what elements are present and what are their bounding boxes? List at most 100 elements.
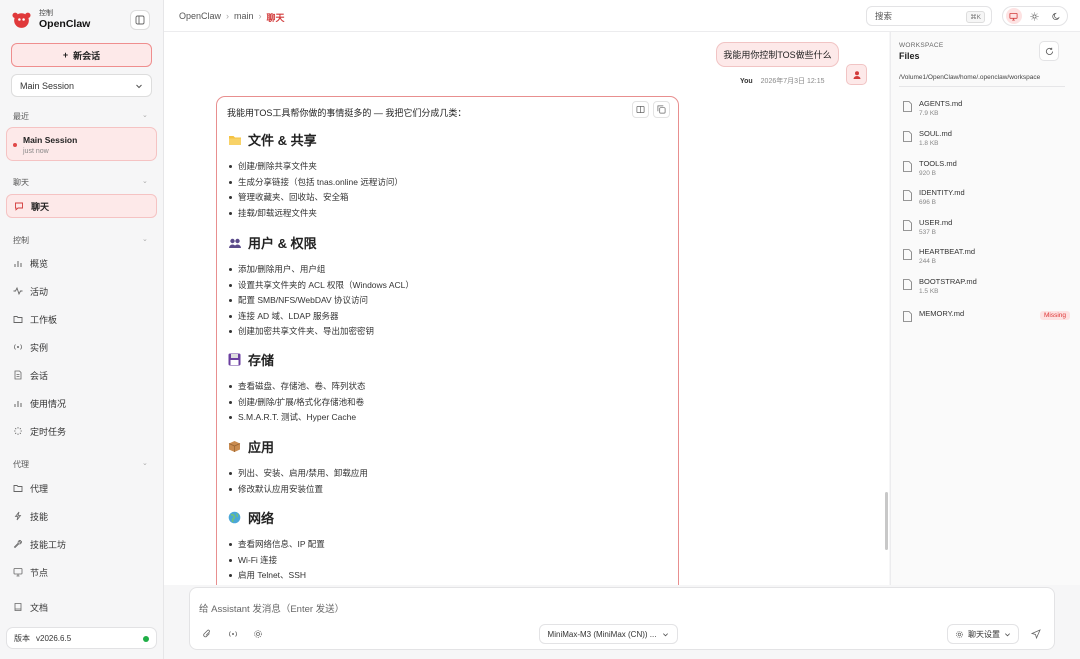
section-heading: 网络	[227, 508, 274, 527]
theme-dark-button[interactable]	[1048, 8, 1064, 24]
file-item[interactable]: MEMORY.md Missing	[901, 308, 1071, 332]
attach-button[interactable]	[201, 628, 213, 640]
chevron-down-icon[interactable]: ⌄	[142, 177, 148, 185]
workspace-label: WORKSPACE	[899, 42, 944, 49]
send-button[interactable]	[1028, 626, 1044, 642]
list-item: 配置 SMB/NFS/WebDAV 协议访问	[229, 294, 368, 306]
sidebar-item-board[interactable]: 工作板	[6, 307, 157, 331]
chat-thread[interactable]: 我能用你控制TOS做些什么 You 2026年7月3日 12:15 我能用TOS…	[164, 32, 889, 585]
sidebar-item-agents[interactable]: 代理	[6, 476, 157, 500]
bar-chart-icon	[14, 261, 22, 267]
sidebar-item-usage[interactable]: 使用情况	[6, 391, 157, 415]
copy-icon	[657, 105, 666, 114]
sidebar-item-label: 聊天	[31, 201, 50, 212]
file-item[interactable]: TOOLS.md 920 B	[901, 158, 1061, 182]
brand-subtitle: 控制	[39, 9, 53, 17]
chat-settings-button[interactable]: 聊天设置	[947, 624, 1019, 644]
globe-icon	[227, 511, 242, 524]
chevron-down-icon	[136, 84, 142, 88]
recent-session-item[interactable]: Main Session just now	[6, 127, 157, 161]
gear-icon	[254, 630, 262, 638]
sidebar-item-nodes[interactable]: 节点	[6, 560, 157, 584]
new-chat-button[interactable]: + 新会话	[11, 43, 152, 67]
bar-chart-icon	[14, 401, 22, 407]
search-shortcut: ⌘K	[966, 11, 985, 23]
chevron-down-icon[interactable]: ⌄	[142, 111, 148, 119]
file-size: 1.5 KB	[919, 288, 939, 295]
sidebar-item-activity[interactable]: 活动	[6, 279, 157, 303]
panel-icon	[636, 105, 645, 114]
view-mode-button[interactable]	[632, 101, 649, 118]
sidebar-item-label: 会话	[30, 370, 49, 381]
radio-signal-icon	[229, 631, 237, 637]
chat-settings-label: 聊天设置	[968, 629, 1000, 639]
search-input[interactable]: 搜索 ⌘K	[866, 6, 992, 26]
voice-button[interactable]	[227, 628, 239, 640]
sidebar-item-sessions[interactable]: 会话	[6, 363, 157, 387]
sidebar-item-label: 活动	[30, 286, 49, 297]
collapse-sidebar-button[interactable]	[130, 10, 150, 30]
sidebar-item-label: 技能工坊	[30, 539, 67, 550]
file-icon	[903, 279, 912, 290]
file-name: HEARTBEAT.md	[919, 247, 975, 256]
workspace-path: /Volume1/OpenClaw/home/.openclaw/workspa…	[899, 74, 1041, 81]
file-item[interactable]: BOOTSTRAP.md 1.5 KB	[901, 276, 1061, 300]
list-item: 连接 AD 域、LDAP 服务器	[229, 310, 338, 322]
section-heading: 用户 & 权限	[227, 233, 317, 252]
sidebar-item-instances[interactable]: 实例	[6, 335, 157, 359]
new-chat-label: 新会话	[73, 50, 101, 61]
folder-icon	[227, 133, 242, 146]
list-item: S.M.A.R.T. 测试、Hyper Cache	[229, 411, 356, 423]
sidebar-item-cron[interactable]: 定时任务	[6, 419, 157, 443]
sidebar-item-chat[interactable]: 聊天	[6, 194, 157, 218]
sidebar-item-label: 节点	[30, 567, 49, 578]
chevron-down-icon[interactable]: ⌄	[142, 459, 148, 467]
model-select-value: MiniMax-M3 (MiniMax (CN)) ...	[547, 629, 657, 639]
floppy-icon	[227, 353, 242, 366]
file-item[interactable]: AGENTS.md 7.9 KB	[901, 98, 1061, 122]
file-icon	[903, 101, 912, 112]
search-label: 搜索	[875, 11, 893, 21]
file-item[interactable]: HEARTBEAT.md 244 B	[901, 246, 1061, 270]
refresh-button[interactable]	[1039, 41, 1059, 61]
file-size: 7.9 KB	[919, 110, 939, 117]
file-item[interactable]: SOUL.md 1.8 KB	[901, 128, 1061, 152]
file-icon	[903, 161, 912, 172]
list-item: 查看磁盘、存储池、卷、阵列状态	[229, 380, 366, 392]
users-icon	[227, 236, 242, 249]
message-composer: 给 Assistant 发消息（Enter 发送） MiniMax-M3 (Mi…	[189, 587, 1055, 650]
breadcrumb-current: 聊天	[266, 13, 285, 23]
sidebar-item-overview[interactable]: 概览	[6, 251, 157, 275]
paperclip-icon	[203, 629, 210, 638]
file-item[interactable]: USER.md 537 B	[901, 217, 1061, 241]
breadcrumb-item[interactable]: OpenClaw	[179, 11, 221, 24]
chevron-down-icon[interactable]: ⌄	[142, 235, 148, 243]
brand[interactable]: 控制 OpenClaw	[11, 9, 90, 30]
book-icon	[14, 603, 22, 611]
list-item: 生成分享链接（包括 tnas.online 远程访问）	[229, 176, 403, 188]
user-message: 我能用你控制TOS做些什么	[716, 42, 839, 67]
chat-scrollbar[interactable]	[885, 492, 888, 550]
file-name: USER.md	[919, 218, 953, 227]
copy-button[interactable]	[653, 101, 670, 118]
theme-light-button[interactable]	[1027, 8, 1043, 24]
sidebar-item-skill-workshop[interactable]: 技能工坊	[6, 532, 157, 556]
control-heading: 控制	[13, 236, 29, 245]
model-select[interactable]: MiniMax-M3 (MiniMax (CN)) ...	[539, 624, 678, 644]
section-heading: 应用	[227, 437, 274, 456]
section-title: 网络	[248, 511, 275, 526]
plus-icon: +	[62, 50, 69, 60]
file-icon	[903, 190, 912, 201]
monitor-icon	[1009, 12, 1018, 21]
tools-button[interactable]	[252, 628, 264, 640]
file-name: MEMORY.md	[919, 309, 965, 318]
list-item: 列出、安装、启用/禁用、卸载应用	[229, 467, 368, 479]
theme-system-button[interactable]	[1005, 8, 1022, 24]
session-select[interactable]: Main Session	[11, 74, 152, 97]
sidebar-item-skills[interactable]: 技能	[6, 504, 157, 528]
file-item[interactable]: IDENTITY.md 696 B	[901, 187, 1061, 211]
sidebar-item-docs[interactable]: 文档	[6, 595, 157, 619]
breadcrumb-item[interactable]: main	[234, 11, 254, 24]
message-input[interactable]: 给 Assistant 发消息（Enter 发送）	[199, 601, 344, 615]
breadcrumb-separator-icon: ›	[226, 11, 230, 21]
